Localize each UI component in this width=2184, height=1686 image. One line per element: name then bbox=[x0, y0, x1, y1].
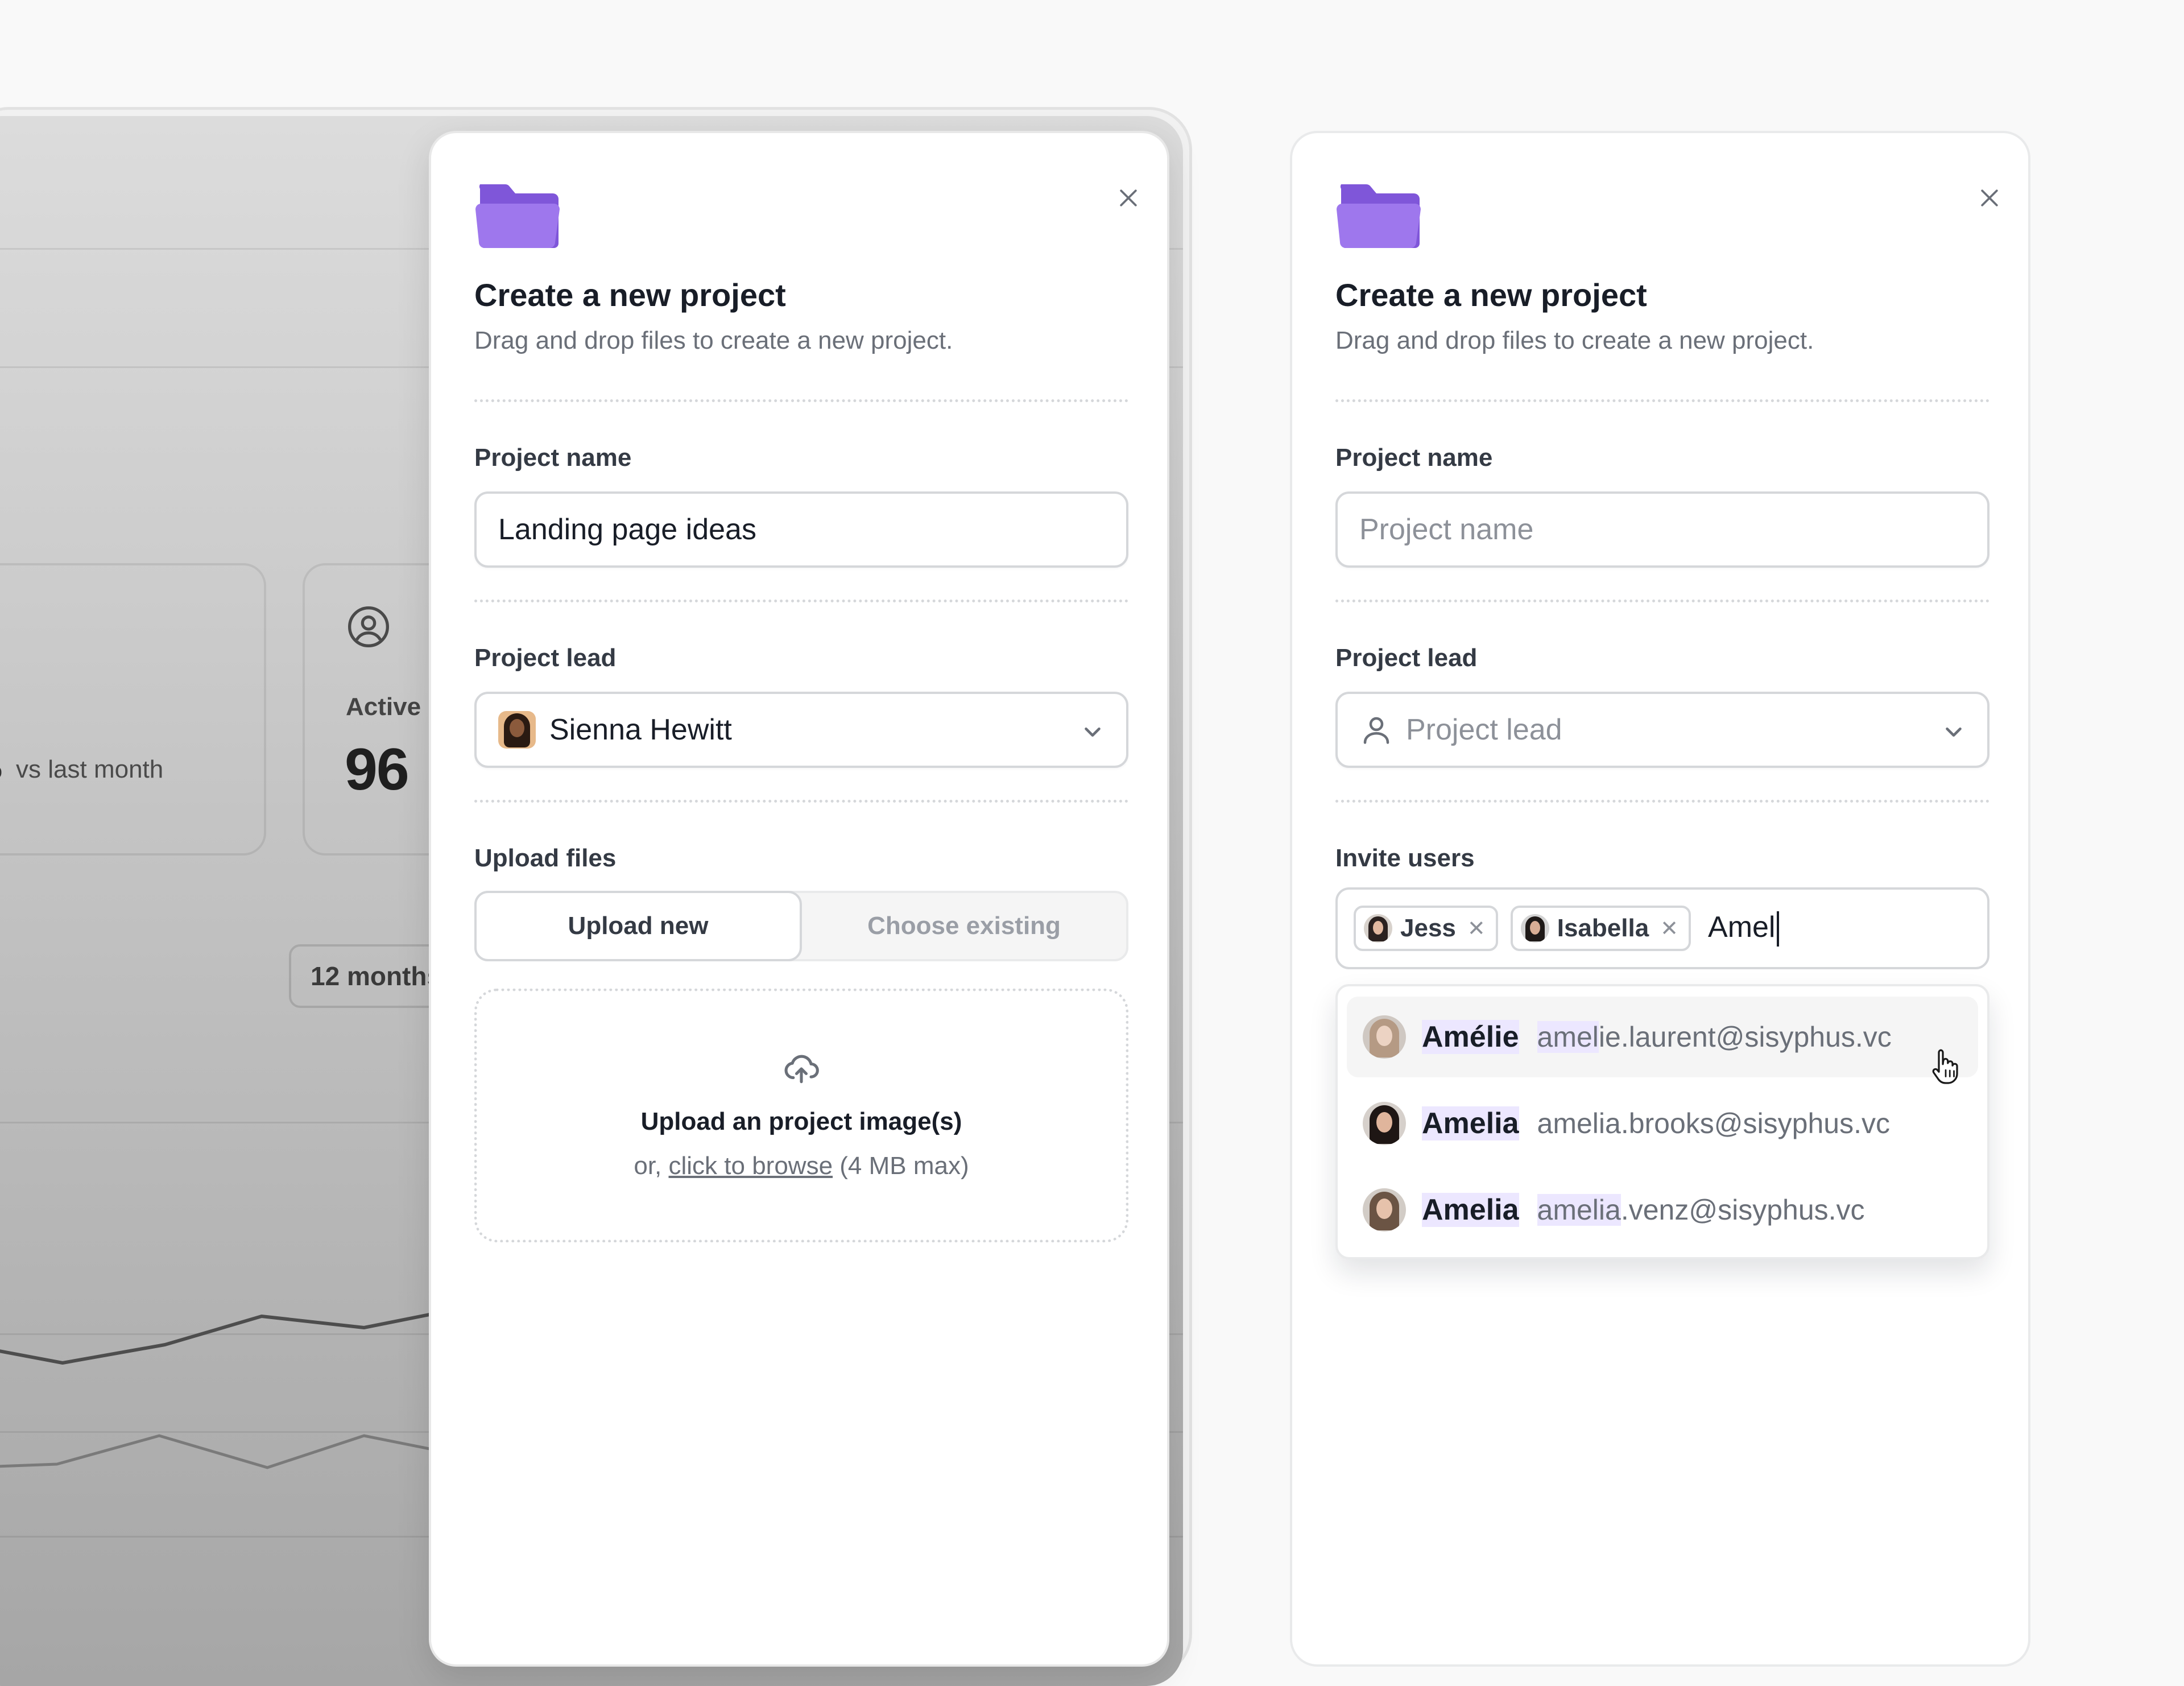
close-button[interactable] bbox=[1968, 176, 2011, 220]
modal-title: Create a new project bbox=[1335, 277, 1647, 313]
suggestion-email: amelie.laurent@sisyphus.vc bbox=[1537, 1020, 1892, 1053]
suggestion-name: Amelia bbox=[1422, 1193, 1519, 1227]
user-circle-icon bbox=[348, 606, 389, 647]
avatar bbox=[1520, 914, 1549, 943]
user-tag: Jess ✕ bbox=[1354, 906, 1498, 951]
email-rest: ie.laurent@sisyphus.vc bbox=[1598, 1021, 1892, 1053]
project-lead-select[interactable]: Project lead bbox=[1335, 692, 1989, 768]
email-rest: amelia.brooks@sisyphus.vc bbox=[1537, 1108, 1890, 1139]
suggestion-name: Amélie bbox=[1422, 1020, 1519, 1054]
avatar bbox=[498, 711, 536, 749]
avatar bbox=[1364, 914, 1392, 943]
suggestion-email: amelia.brooks@sisyphus.vc bbox=[1537, 1107, 1890, 1140]
dropzone-hint: or, click to browse (4 MB max) bbox=[477, 1152, 1126, 1180]
tab-upload-new[interactable]: Upload new bbox=[474, 891, 802, 961]
divider bbox=[1335, 399, 1989, 402]
file-dropzone[interactable]: Upload an project image(s) or, click to … bbox=[474, 989, 1128, 1242]
upload-mode-toggle: Upload new Choose existing bbox=[474, 891, 1128, 961]
invite-users-input[interactable]: Jess ✕ Isabella ✕ Amel bbox=[1335, 887, 1989, 969]
chevron-down-icon bbox=[1085, 727, 1101, 737]
modal-subtitle: Drag and drop files to create a new proj… bbox=[474, 327, 953, 354]
modal-title: Create a new project bbox=[474, 277, 786, 313]
tab-choose-existing[interactable]: Choose existing bbox=[802, 893, 1126, 959]
project-name-placeholder: Project name bbox=[1359, 513, 1534, 546]
chevron-down-icon bbox=[1946, 727, 1962, 737]
project-name-value: Landing page ideas bbox=[498, 513, 756, 546]
browse-link[interactable]: click to browse bbox=[669, 1152, 833, 1180]
project-lead-placeholder: Project lead bbox=[1406, 713, 1562, 746]
suggestion-item[interactable]: Amelia amelia.brooks@sisyphus.vc bbox=[1347, 1083, 1978, 1164]
divider bbox=[474, 399, 1128, 402]
email-rest: .venz@sisyphus.vc bbox=[1620, 1194, 1865, 1226]
suggestion-name: Amelia bbox=[1422, 1106, 1519, 1140]
folder-icon bbox=[475, 184, 560, 248]
project-lead-value: Sienna Hewitt bbox=[549, 713, 732, 746]
invite-users-label: Invite users bbox=[1335, 844, 1475, 872]
project-name-label: Project name bbox=[1335, 444, 1493, 472]
active-value: 96 bbox=[345, 737, 410, 803]
project-lead-label: Project lead bbox=[1335, 644, 1478, 672]
divider bbox=[474, 800, 1128, 803]
project-name-label: Project name bbox=[474, 444, 632, 472]
upload-files-label: Upload files bbox=[474, 844, 617, 872]
user-icon bbox=[1363, 717, 1389, 744]
avatar bbox=[1363, 1015, 1406, 1059]
project-name-input[interactable]: Project name bbox=[1335, 491, 1989, 568]
active-label: Active bbox=[346, 693, 421, 721]
stat-change: 2% bbox=[0, 755, 2, 783]
close-icon bbox=[1120, 189, 1137, 206]
invite-query: Amel bbox=[1708, 910, 1779, 947]
stat-change-row: 2% vs last month bbox=[0, 755, 163, 784]
stat-compare: vs last month bbox=[16, 755, 164, 783]
chart-series-primary bbox=[0, 1303, 478, 1365]
dashboard-line-chart bbox=[0, 1303, 478, 1469]
invite-query-text: Amel bbox=[1708, 910, 1776, 944]
close-icon bbox=[1981, 189, 1998, 206]
suggestion-item[interactable]: Amelia amelia.venz@sisyphus.vc bbox=[1347, 1170, 1978, 1250]
chart-series-secondary bbox=[0, 1434, 478, 1469]
suggestion-email: amelia.venz@sisyphus.vc bbox=[1537, 1193, 1865, 1226]
dropzone-size-limit: (4 MB max) bbox=[839, 1152, 969, 1180]
create-project-modal-invite: Create a new project Drag and drop files… bbox=[1290, 131, 2030, 1667]
text-caret bbox=[1776, 911, 1779, 947]
email-match: amelia bbox=[1537, 1194, 1621, 1226]
user-tag-label: Isabella bbox=[1557, 914, 1649, 942]
dropzone-prefix: or, bbox=[634, 1152, 662, 1180]
dropzone-title: Upload an project image(s) bbox=[640, 1108, 962, 1135]
project-lead-select[interactable]: Sienna Hewitt bbox=[474, 692, 1128, 768]
remove-tag-button[interactable]: ✕ bbox=[1660, 916, 1678, 941]
upload-cloud-icon bbox=[784, 1055, 819, 1084]
user-tag: Isabella ✕ bbox=[1510, 906, 1691, 951]
divider bbox=[474, 600, 1128, 602]
project-name-input[interactable]: Landing page ideas bbox=[474, 491, 1128, 568]
create-project-modal-upload: Create a new project Drag and drop files… bbox=[429, 131, 1169, 1667]
close-button[interactable] bbox=[1107, 176, 1150, 220]
email-match: amel bbox=[1537, 1021, 1599, 1053]
stat-card: 2% vs last month bbox=[0, 563, 266, 856]
folder-icon bbox=[1337, 184, 1421, 248]
suggestion-item[interactable]: Amélie amelie.laurent@sisyphus.vc bbox=[1347, 997, 1978, 1077]
user-suggestions-dropdown: Amélie amelie.laurent@sisyphus.vc Amelia… bbox=[1335, 984, 1989, 1259]
divider bbox=[1335, 600, 1989, 602]
avatar bbox=[1363, 1102, 1406, 1145]
remove-tag-button[interactable]: ✕ bbox=[1467, 916, 1486, 941]
divider bbox=[1335, 800, 1989, 803]
avatar bbox=[1363, 1188, 1406, 1232]
hand-cursor-icon bbox=[1932, 1049, 1958, 1084]
user-tag-label: Jess bbox=[1400, 914, 1456, 942]
project-lead-label: Project lead bbox=[474, 644, 617, 672]
modal-subtitle: Drag and drop files to create a new proj… bbox=[1335, 327, 1814, 354]
